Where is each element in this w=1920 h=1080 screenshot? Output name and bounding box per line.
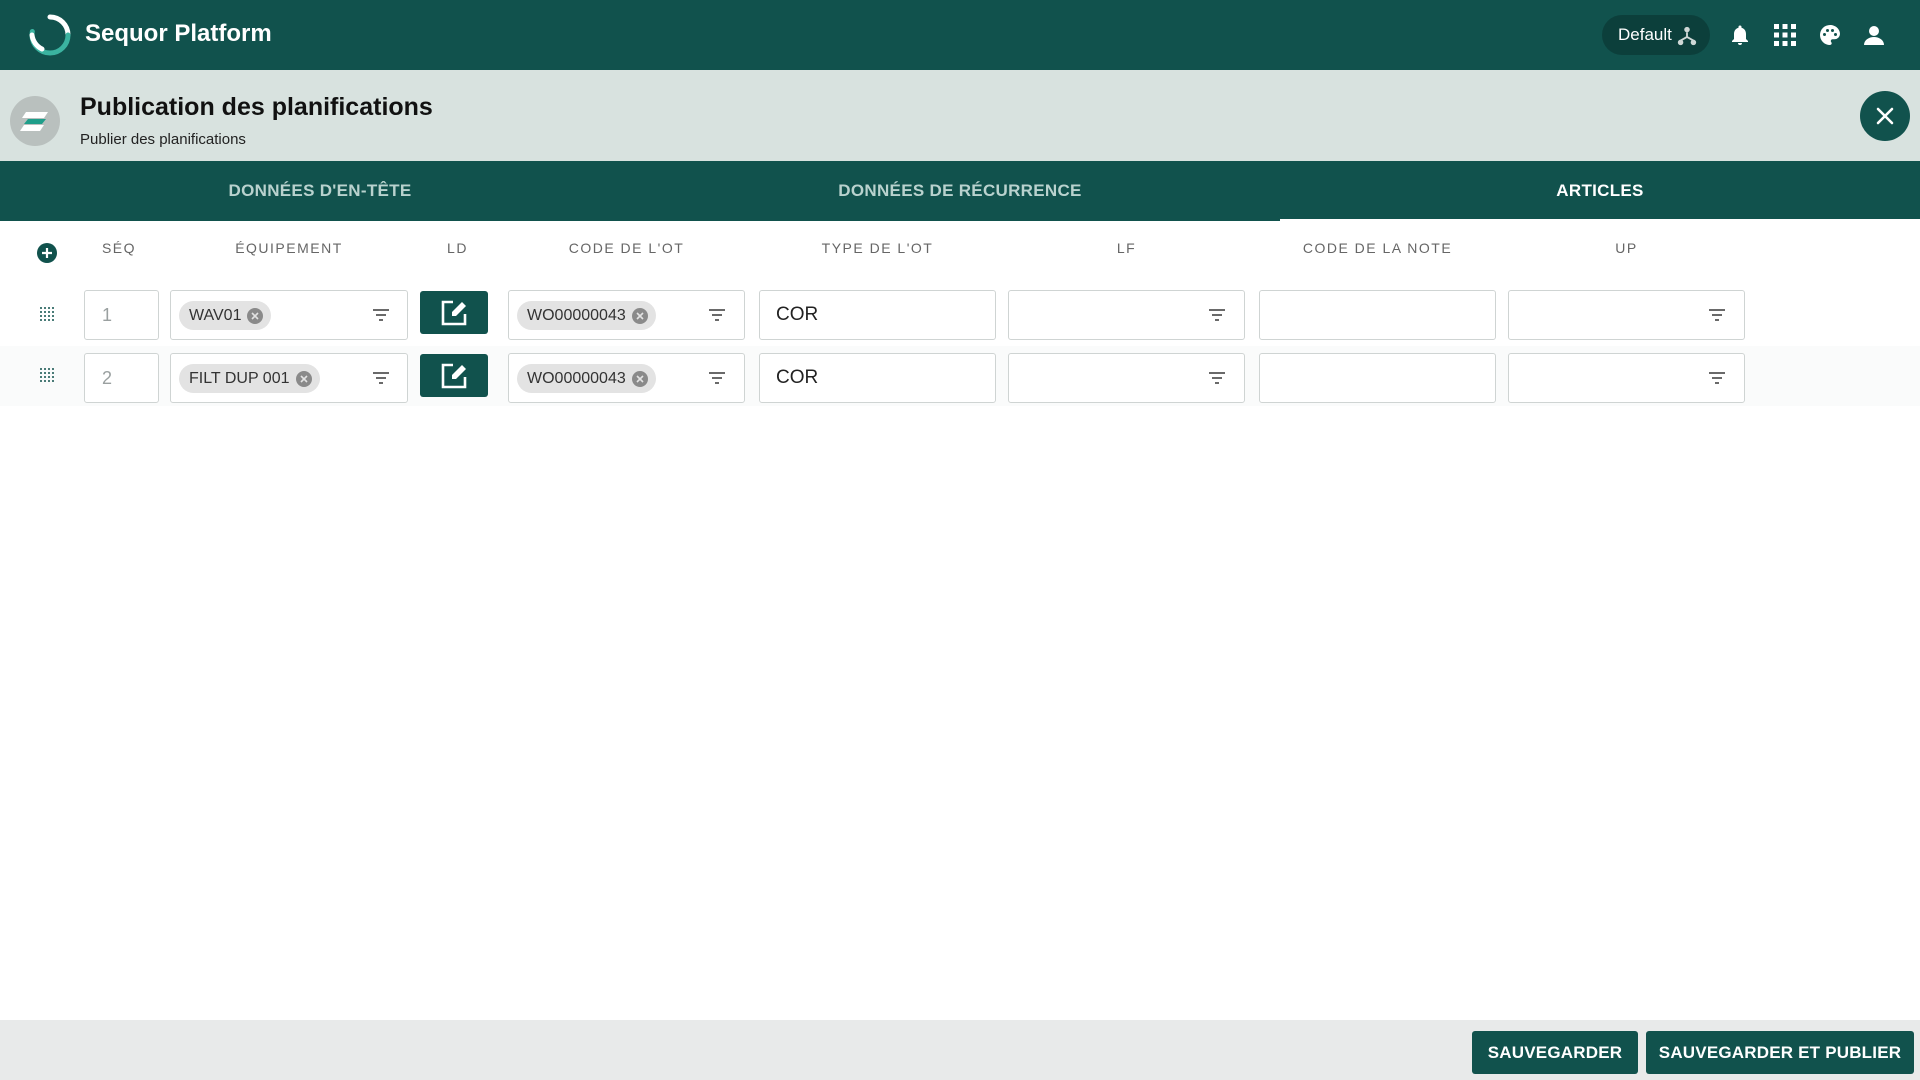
drag-handle-icon[interactable] [39, 367, 55, 383]
close-button[interactable] [1860, 91, 1910, 141]
filter-icon[interactable] [707, 307, 727, 323]
column-header-wo-type: TYPE DE L'OT [821, 240, 934, 256]
tab-articles[interactable]: ARTICLES [1280, 161, 1920, 221]
seq-field[interactable]: 2 [84, 353, 159, 403]
tab-header-data[interactable]: DONNÉES D'EN-TÊTE [0, 161, 640, 221]
add-circle-icon [42, 248, 52, 258]
module-logo-icon [20, 112, 48, 131]
apps-grid-icon[interactable] [1770, 20, 1800, 50]
wo-code-chip-label: WO00000043 [527, 306, 626, 324]
chip-remove-icon[interactable] [631, 307, 648, 324]
app-title: Sequor Platform [85, 20, 272, 47]
wo-code-field[interactable]: WO00000043 [508, 353, 745, 403]
equipment-field[interactable]: FILT DUP 001 [170, 353, 408, 403]
filter-icon[interactable] [1207, 307, 1227, 323]
chip-remove-icon[interactable] [247, 307, 264, 324]
module-avatar [10, 96, 60, 146]
refresh-logo-icon [28, 13, 72, 57]
chip-remove-icon[interactable] [631, 370, 648, 387]
tenant-selector[interactable]: Default [1602, 15, 1710, 55]
wo-code-field[interactable]: WO00000043 [508, 290, 745, 340]
filter-icon[interactable] [707, 370, 727, 386]
ld-edit-button[interactable] [420, 354, 488, 397]
equipment-field[interactable]: WAV01 [170, 290, 408, 340]
lf-field[interactable] [1008, 353, 1245, 403]
chip-remove-icon[interactable] [295, 370, 312, 387]
wo-type-field[interactable]: COR [759, 290, 996, 340]
up-field[interactable] [1508, 290, 1745, 340]
up-field[interactable] [1508, 353, 1745, 403]
filter-icon[interactable] [1707, 307, 1727, 323]
tenant-label: Default [1618, 25, 1672, 44]
tab-recurrence-data[interactable]: DONNÉES DE RÉCURRENCE [640, 161, 1280, 221]
bell-icon[interactable] [1725, 20, 1755, 50]
wo-type-field[interactable]: COR [759, 353, 996, 403]
drag-handle-icon[interactable] [39, 306, 55, 322]
network-icon [1677, 26, 1697, 46]
equipment-chip-label: WAV01 [189, 306, 242, 324]
column-header-ld: LD [447, 240, 468, 256]
ld-edit-button[interactable] [420, 291, 488, 334]
seq-field[interactable]: 1 [84, 290, 159, 340]
equipment-chip: FILT DUP 001 [179, 364, 320, 393]
wo-code-chip: WO00000043 [517, 364, 656, 393]
save-publish-button[interactable]: SAUVEGARDER ET PUBLIER [1646, 1031, 1914, 1074]
app-bar: Sequor Platform Default [0, 0, 1920, 70]
table-row: 1 WAV01 WO00000043 COR [0, 284, 1920, 344]
add-row-button[interactable] [37, 243, 57, 263]
equipment-chip-label: FILT DUP 001 [189, 369, 290, 387]
page-subtitle: Publier des planifications [80, 131, 246, 148]
filter-icon[interactable] [1707, 370, 1727, 386]
close-icon [1876, 107, 1894, 125]
palette-icon[interactable] [1815, 20, 1845, 50]
tab-bar: DONNÉES D'EN-TÊTE DONNÉES DE RÉCURRENCE … [0, 161, 1920, 221]
table-row: 2 FILT DUP 001 WO00000043 COR [0, 346, 1920, 406]
lf-field[interactable] [1008, 290, 1245, 340]
note-code-field[interactable] [1259, 353, 1496, 403]
filter-icon[interactable] [371, 370, 391, 386]
column-header-equipment: ÉQUIPEMENT [235, 240, 343, 256]
edit-icon [441, 300, 467, 325]
edit-icon [441, 363, 467, 388]
filter-icon[interactable] [1207, 370, 1227, 386]
column-header-up: UP [1615, 240, 1638, 256]
wo-code-chip: WO00000043 [517, 301, 656, 330]
column-header-seq: SÉQ [101, 240, 137, 256]
column-header-note-code: CODE DE LA NOTE [1302, 240, 1453, 256]
wo-code-chip-label: WO00000043 [527, 369, 626, 387]
filter-icon[interactable] [371, 307, 391, 323]
save-button[interactable]: SAUVEGARDER [1472, 1031, 1638, 1074]
user-icon[interactable] [1859, 20, 1889, 50]
column-header-lf: LF [1116, 240, 1137, 256]
page-title: Publication des planifications [80, 93, 433, 121]
note-code-field[interactable] [1259, 290, 1496, 340]
equipment-chip: WAV01 [179, 301, 272, 330]
column-header-wo-code: CODE DE L'OT [568, 240, 685, 256]
